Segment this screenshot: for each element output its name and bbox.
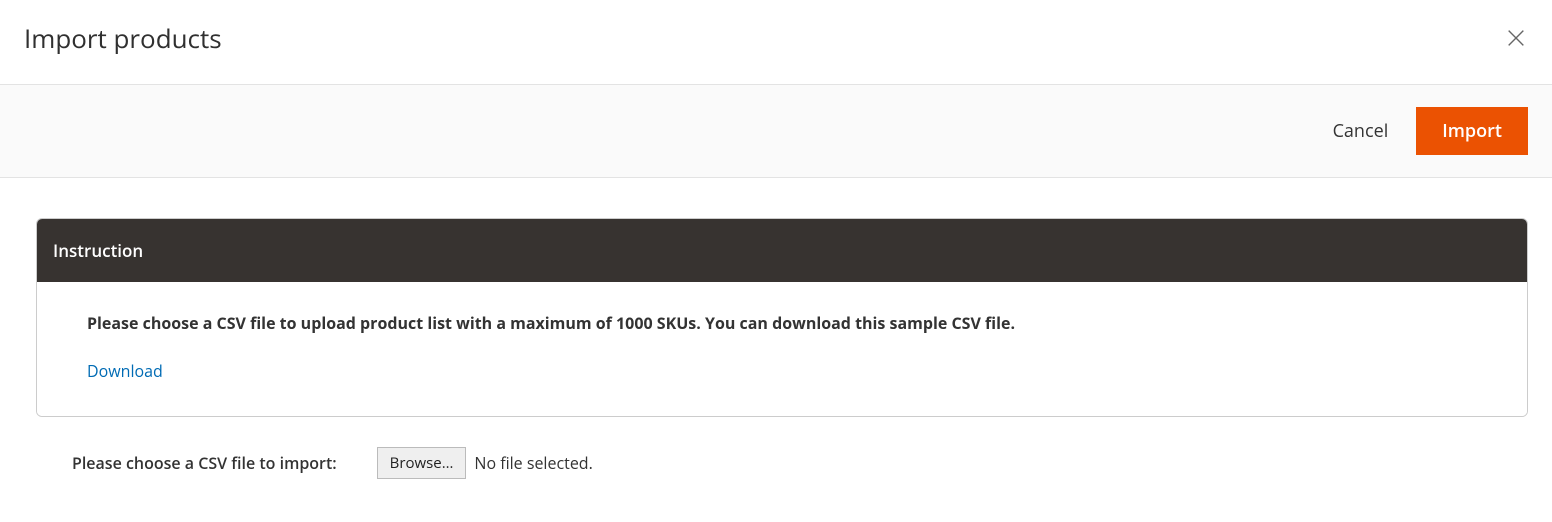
content-area: Instruction Please choose a CSV file to … — [0, 178, 1552, 509]
page-title: Import products — [24, 20, 222, 56]
file-upload-row: Please choose a CSV file to import: Brow… — [36, 417, 1528, 479]
instruction-text: Please choose a CSV file to upload produ… — [87, 312, 1477, 334]
file-status-text: No file selected. — [474, 452, 592, 474]
browse-button[interactable]: Browse… — [377, 447, 467, 479]
instruction-header: Instruction — [37, 219, 1527, 282]
download-link[interactable]: Download — [87, 360, 163, 382]
file-input: Browse… No file selected. — [377, 447, 593, 479]
close-icon[interactable] — [1504, 26, 1528, 50]
modal-header: Import products — [0, 0, 1552, 84]
instruction-body: Please choose a CSV file to upload produ… — [37, 282, 1527, 416]
import-button[interactable]: Import — [1416, 107, 1528, 155]
instruction-panel: Instruction Please choose a CSV file to … — [36, 218, 1528, 417]
cancel-button[interactable]: Cancel — [1333, 119, 1389, 143]
action-toolbar: Cancel Import — [0, 84, 1552, 178]
file-upload-label: Please choose a CSV file to import: — [72, 452, 337, 474]
